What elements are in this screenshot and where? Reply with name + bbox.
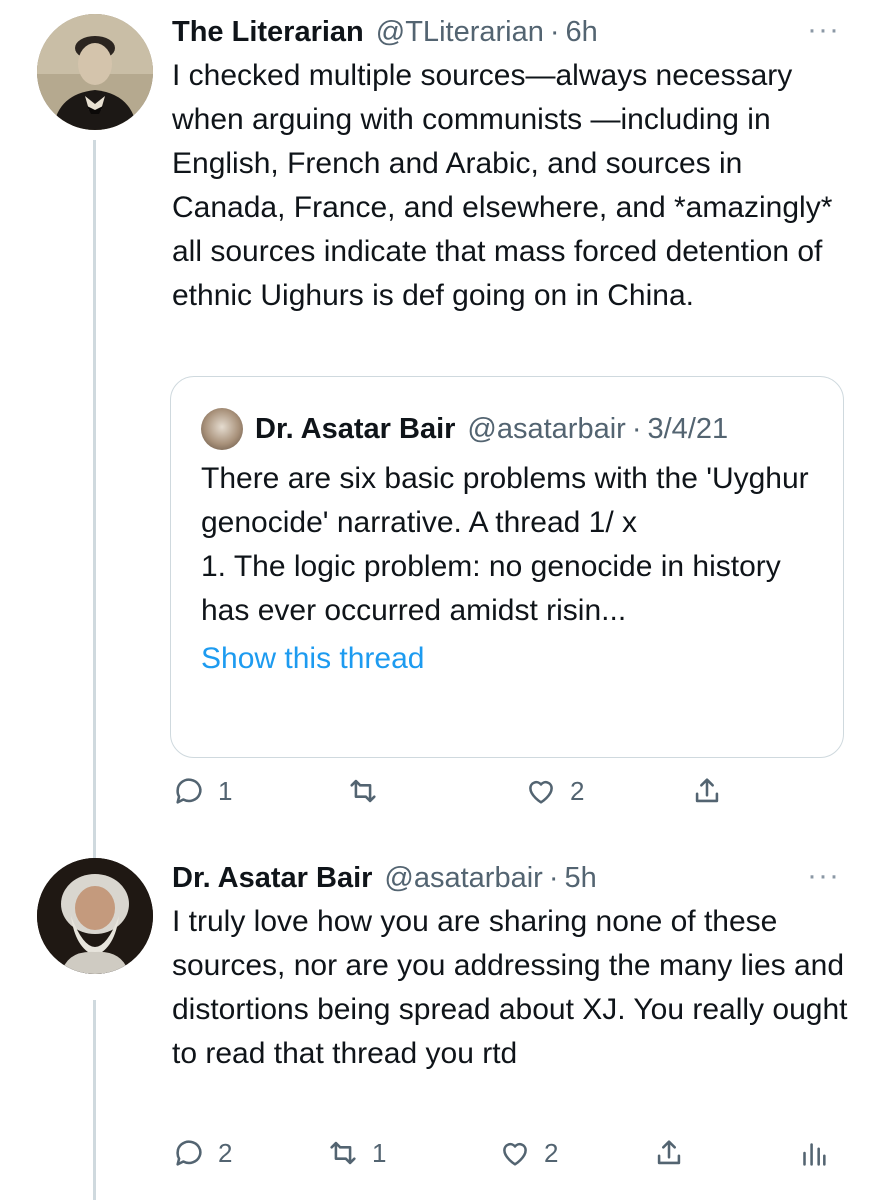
reply-icon [176, 778, 202, 804]
retweet-button[interactable] [346, 774, 392, 808]
reply-icon [176, 1140, 202, 1166]
show-thread-link[interactable]: Show this thread [201, 637, 813, 681]
tweet[interactable]: The Literarian @TLiterarian · 6h ··· I c… [172, 10, 852, 318]
tweet-text: I checked multiple sources—always necess… [172, 59, 833, 312]
tweet-header: The Literarian @TLiterarian · 6h [172, 10, 852, 54]
reply-count: 2 [218, 1137, 233, 1168]
retweet-icon [350, 779, 376, 803]
quote-avatar [201, 408, 243, 450]
tweet-header: Dr. Asatar Bair @asatarbair · 5h [172, 856, 852, 900]
analytics-icon [803, 1143, 826, 1166]
more-icon[interactable]: ··· [807, 15, 840, 45]
tweet[interactable]: Dr. Asatar Bair @asatarbair · 5h ··· I t… [172, 856, 852, 1076]
quote-author-handle: @asatarbair [467, 413, 626, 445]
thread-line [93, 1000, 96, 1200]
like-button[interactable]: 2 [524, 774, 584, 808]
author-name[interactable]: Dr. Asatar Bair [172, 856, 372, 900]
avatar-photo [37, 14, 153, 130]
separator-dot: · [548, 862, 559, 894]
avatar[interactable] [37, 858, 153, 974]
share-button[interactable] [652, 1136, 686, 1170]
more-icon[interactable]: ··· [807, 861, 840, 891]
retweet-icon [330, 1141, 356, 1165]
tweet-actions: 2 1 2 [172, 1136, 852, 1176]
author-name[interactable]: The Literarian [172, 10, 364, 54]
like-count: 2 [544, 1137, 559, 1168]
share-icon [695, 778, 719, 803]
timestamp[interactable]: 5h [565, 856, 597, 900]
share-icon [657, 1140, 681, 1165]
quote-text: There are six basic problems with the 'U… [201, 462, 809, 627]
separator-dot: · [549, 16, 560, 48]
quote-timestamp: 3/4/21 [647, 413, 729, 445]
analytics-button[interactable] [796, 1136, 830, 1170]
avatar-photo [37, 858, 153, 974]
author-handle[interactable]: @TLiterarian [376, 10, 544, 54]
like-icon [503, 1142, 527, 1166]
tweet-text: I truly love how you are sharing none of… [172, 905, 848, 1070]
separator-dot: · [631, 413, 642, 445]
retweet-button[interactable]: 1 [326, 1136, 386, 1170]
like-count: 2 [570, 775, 585, 806]
quote-author-name: Dr. Asatar Bair [255, 413, 456, 445]
thread-line [93, 140, 96, 868]
retweet-count: 1 [372, 1137, 387, 1168]
avatar[interactable] [37, 14, 153, 130]
like-button[interactable]: 2 [498, 1136, 558, 1170]
tweet-actions: 1 2 [172, 774, 852, 814]
like-icon [529, 780, 553, 804]
reply-button[interactable]: 1 [172, 774, 232, 808]
quote-header: Dr. Asatar Bair @asatarbair · 3/4/21 [201, 407, 813, 451]
share-button[interactable] [690, 774, 724, 808]
reply-button[interactable]: 2 [172, 1136, 232, 1170]
author-handle[interactable]: @asatarbair [384, 856, 542, 900]
quote-tweet-card[interactable]: Dr. Asatar Bair @asatarbair · 3/4/21 The… [170, 376, 844, 758]
reply-count: 1 [218, 775, 233, 806]
timestamp[interactable]: 6h [566, 10, 598, 54]
